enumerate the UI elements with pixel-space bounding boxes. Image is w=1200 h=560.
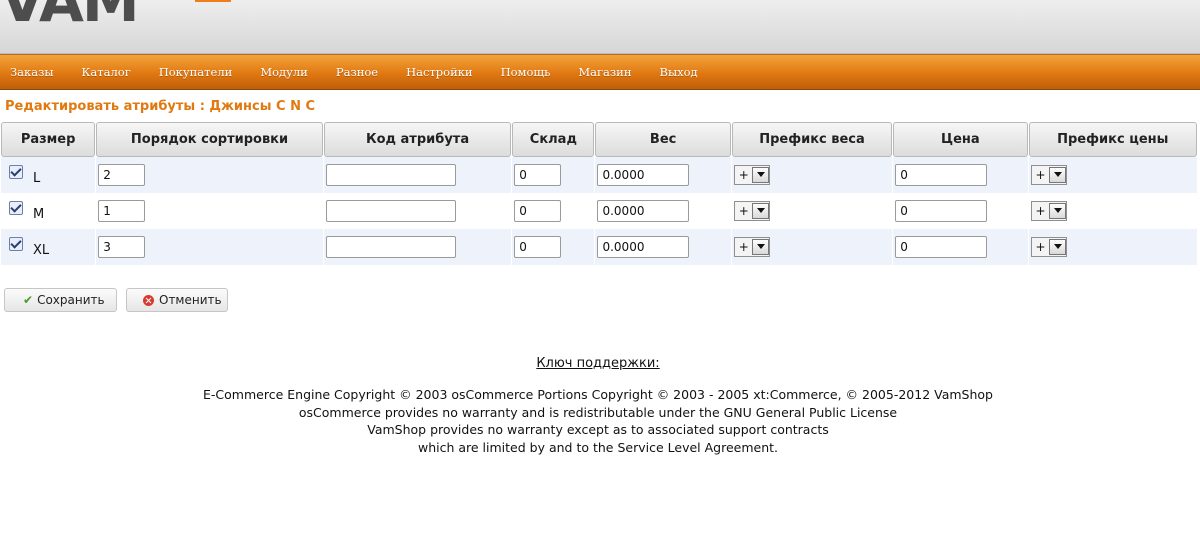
dropdown-arrow-icon: [751, 167, 769, 183]
sort-order-input[interactable]: [98, 164, 146, 186]
price-prefix-select[interactable]: +: [1030, 165, 1067, 185]
header-weight: Вес: [595, 122, 731, 157]
menu-item-logout[interactable]: Выход: [660, 55, 698, 89]
footer-line: E-Commerce Engine Copyright © 2003 osCom…: [203, 387, 993, 402]
header-attr-code: Код атрибута: [323, 122, 512, 157]
menu-item-settings[interactable]: Настройки: [406, 55, 473, 89]
page-title: Редактировать атрибуты : Джинсы C N C: [5, 99, 316, 114]
price-prefix-select[interactable]: +: [1030, 237, 1067, 257]
weight-input[interactable]: [597, 200, 690, 222]
menu-item-misc[interactable]: Разное: [336, 55, 378, 89]
stock-input[interactable]: [514, 236, 562, 258]
menu-item-shop[interactable]: Магазин: [578, 55, 631, 89]
size-checkbox[interactable]: [9, 201, 23, 215]
logo-accent-bar: [195, 0, 231, 2]
sort-order-input[interactable]: [98, 200, 146, 222]
sort-order-input[interactable]: [98, 236, 146, 258]
price-prefix-select[interactable]: +: [1030, 201, 1067, 221]
weight-input[interactable]: [597, 236, 690, 258]
weight-input[interactable]: [597, 164, 690, 186]
dropdown-arrow-icon: [1048, 167, 1066, 183]
size-label: M: [33, 206, 45, 222]
weight-prefix-select[interactable]: +: [733, 165, 770, 185]
menu-item-modules[interactable]: Модули: [260, 55, 308, 89]
support-key-link[interactable]: Ключ поддержки:: [0, 356, 1196, 371]
logo-text: VAM: [0, 0, 140, 34]
vamshop-logo[interactable]: VAM: [0, 0, 235, 34]
attr-code-input[interactable]: [325, 200, 456, 222]
header-weight-prefix: Префикс веса: [731, 122, 893, 157]
size-checkbox[interactable]: [9, 237, 23, 251]
header-price: Цена: [893, 122, 1028, 157]
cancel-button-label: Отменить: [159, 293, 222, 307]
dropdown-arrow-icon: [1048, 203, 1066, 219]
header: VAM: [0, 0, 1200, 54]
attr-code-input[interactable]: [325, 164, 456, 186]
price-input[interactable]: [895, 164, 988, 186]
attr-code-input[interactable]: [325, 236, 456, 258]
weight-prefix-select[interactable]: +: [733, 237, 770, 257]
menu-item-customers[interactable]: Покупатели: [159, 55, 233, 89]
price-input[interactable]: [895, 236, 988, 258]
attributes-table: Размер Порядок сортировки Код атрибута С…: [0, 122, 1198, 265]
menu-item-help[interactable]: Помощь: [501, 55, 551, 89]
cancel-icon: [143, 294, 154, 306]
table-row: XL + +: [1, 229, 1197, 265]
weight-prefix-value: +: [738, 240, 749, 254]
header-size: Размер: [1, 122, 96, 157]
cancel-button[interactable]: Отменить: [126, 288, 228, 312]
checkmark-icon: ✔: [23, 293, 34, 307]
weight-prefix-value: +: [738, 168, 749, 182]
price-prefix-value: +: [1035, 204, 1046, 218]
save-button[interactable]: ✔ Сохранить: [4, 288, 117, 312]
menu-item-orders[interactable]: Заказы: [10, 55, 54, 89]
table-row: L + +: [1, 157, 1197, 193]
weight-prefix-select[interactable]: +: [733, 201, 770, 221]
dropdown-arrow-icon: [751, 203, 769, 219]
stock-input[interactable]: [514, 200, 562, 222]
size-label: XL: [33, 242, 50, 258]
table-row: M + +: [1, 193, 1197, 229]
header-price-prefix: Префикс цены: [1028, 122, 1197, 157]
main-menu: Заказы Каталог Покупатели Модули Разное …: [0, 54, 1200, 90]
size-checkbox[interactable]: [9, 165, 23, 179]
price-prefix-value: +: [1035, 168, 1046, 182]
weight-prefix-value: +: [738, 204, 749, 218]
footer: E-Commerce Engine Copyright © 2003 osCom…: [0, 386, 1196, 456]
header-sort-order: Порядок сортировки: [96, 122, 323, 157]
footer-line: VamShop provides no warranty except as t…: [367, 422, 829, 437]
price-prefix-value: +: [1035, 240, 1046, 254]
menu-item-catalog[interactable]: Каталог: [82, 55, 131, 89]
size-label: L: [33, 170, 41, 186]
footer-line: osCommerce provides no warranty and is r…: [298, 404, 898, 420]
footer-line: which are limited by and to the Service …: [417, 439, 778, 455]
dropdown-arrow-icon: [1048, 239, 1066, 255]
header-stock: Склад: [512, 122, 595, 157]
save-button-label: Сохранить: [37, 293, 105, 307]
stock-input[interactable]: [514, 164, 562, 186]
dropdown-arrow-icon: [751, 239, 769, 255]
price-input[interactable]: [895, 200, 988, 222]
